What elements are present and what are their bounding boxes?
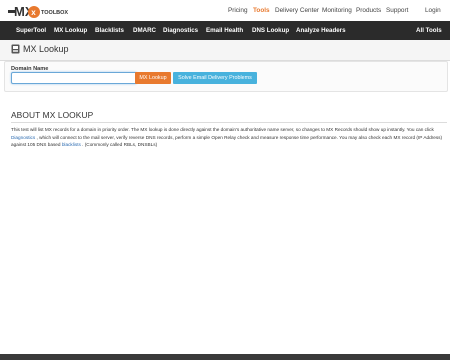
about-text-part-3: . (Commonly called RBLs, DNSBLs) xyxy=(80,142,158,148)
top-nav-pricing[interactable]: Pricing xyxy=(228,7,248,14)
top-nav-support[interactable]: Support xyxy=(386,7,408,14)
logo-text: TOOLBOX xyxy=(41,10,68,16)
top-nav-monitoring[interactable]: Monitoring xyxy=(322,7,352,14)
mxtoolbox-logo[interactable]: MX x TOOLBOX xyxy=(8,3,74,21)
top-nav-products[interactable]: Products xyxy=(356,7,381,14)
top-nav-tools[interactable]: Tools xyxy=(253,7,270,14)
top-nav-login[interactable]: Login xyxy=(425,7,441,14)
nav-analyze-headers[interactable]: Analyze Headers xyxy=(296,27,346,34)
domain-name-input[interactable] xyxy=(11,72,137,84)
mx-lookup-button[interactable]: MX Lookup xyxy=(135,72,171,84)
solve-email-delivery-button[interactable]: Solve Email Delivery Problems xyxy=(173,72,257,84)
page-title: MX Lookup xyxy=(23,44,69,54)
nav-dns-lookup[interactable]: DNS Lookup xyxy=(252,27,289,34)
about-description: This test will list MX records for a dom… xyxy=(11,126,447,149)
about-text-part-1: This test will list MX records for a dom… xyxy=(11,127,434,132)
nav-dmarc[interactable]: DMARC xyxy=(133,27,156,34)
top-nav-delivery-center[interactable]: Delivery Center xyxy=(275,7,319,14)
page-title-bar: MX Lookup xyxy=(0,40,450,61)
nav-blacklists[interactable]: Blacklists xyxy=(95,27,124,34)
mx-record-icon xyxy=(11,44,20,54)
about-heading: ABOUT MX LOOKUP xyxy=(11,110,94,120)
main-nav: SuperTool MX Lookup Blacklists DMARC Dia… xyxy=(0,21,450,40)
nav-diagnostics[interactable]: Diagnostics xyxy=(163,27,198,34)
nav-supertool[interactable]: SuperTool xyxy=(16,27,46,34)
diagnostics-link[interactable]: Diagnostics xyxy=(11,135,35,140)
blacklists-link[interactable]: blacklists xyxy=(62,142,81,147)
nav-mx-lookup[interactable]: MX Lookup xyxy=(54,27,87,34)
nav-all-tools[interactable]: All Tools xyxy=(416,27,442,34)
nav-email-health[interactable]: Email Health xyxy=(206,27,243,34)
about-divider xyxy=(11,122,447,123)
svg-text:x: x xyxy=(31,8,36,17)
footer-bar xyxy=(0,354,450,360)
